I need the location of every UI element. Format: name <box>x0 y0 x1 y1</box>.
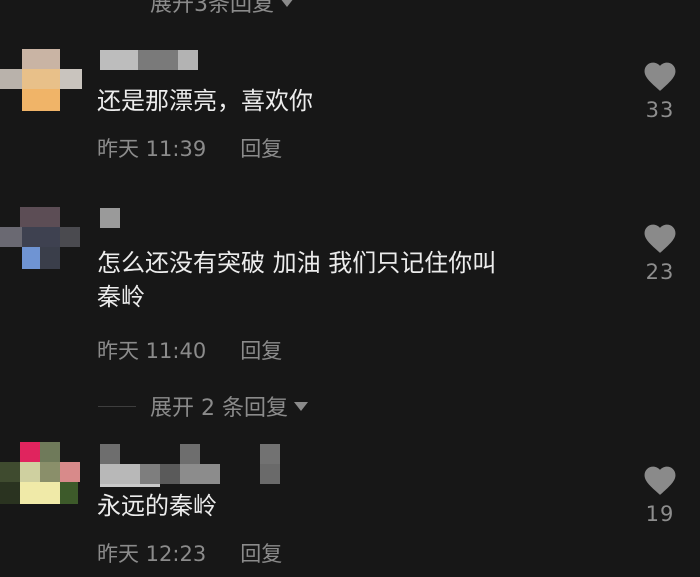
comment-meta: 昨天 12:23 回复 <box>97 538 282 568</box>
heart-icon <box>644 224 676 253</box>
like-count: 23 <box>645 260 675 284</box>
divider-line <box>98 405 136 407</box>
like-button[interactable]: 23 <box>634 220 686 284</box>
comment-text: 怎么还没有突破 加油 我们只记住你叫 秦岭 <box>97 249 497 311</box>
avatar[interactable] <box>0 47 82 117</box>
comment-time: 昨天 11:40 <box>97 339 207 363</box>
heart-icon <box>644 62 676 91</box>
triangle-down-icon <box>280 0 294 7</box>
comment-text: 还是那漂亮，喜欢你 <box>97 87 313 115</box>
comment-time: 昨天 12:23 <box>97 542 207 566</box>
reply-button[interactable]: 回复 <box>240 133 282 163</box>
avatar[interactable] <box>0 442 82 512</box>
expand-replies-label: 展开 2 条回复 <box>150 396 288 421</box>
comment-meta: 昨天 11:40 回复 <box>97 335 282 365</box>
heart-icon <box>644 466 676 495</box>
avatar[interactable] <box>0 205 82 275</box>
reply-button[interactable]: 回复 <box>240 538 282 568</box>
expand-replies-top-label: 展开3条回复 <box>150 0 274 17</box>
triangle-down-icon <box>293 401 308 411</box>
like-button[interactable]: 19 <box>634 462 686 526</box>
comment-meta: 昨天 11:39 回复 <box>97 133 282 163</box>
like-count: 33 <box>645 98 675 122</box>
like-button[interactable]: 33 <box>634 58 686 122</box>
expand-replies-top[interactable]: 展开3条回复 <box>150 0 294 18</box>
reply-button[interactable]: 回复 <box>240 335 282 365</box>
expand-replies-button[interactable]: 展开 2 条回复 <box>98 390 308 422</box>
comment-text: 永远的秦岭 <box>97 492 217 520</box>
like-count: 19 <box>645 502 675 526</box>
comment-time: 昨天 11:39 <box>97 137 207 161</box>
